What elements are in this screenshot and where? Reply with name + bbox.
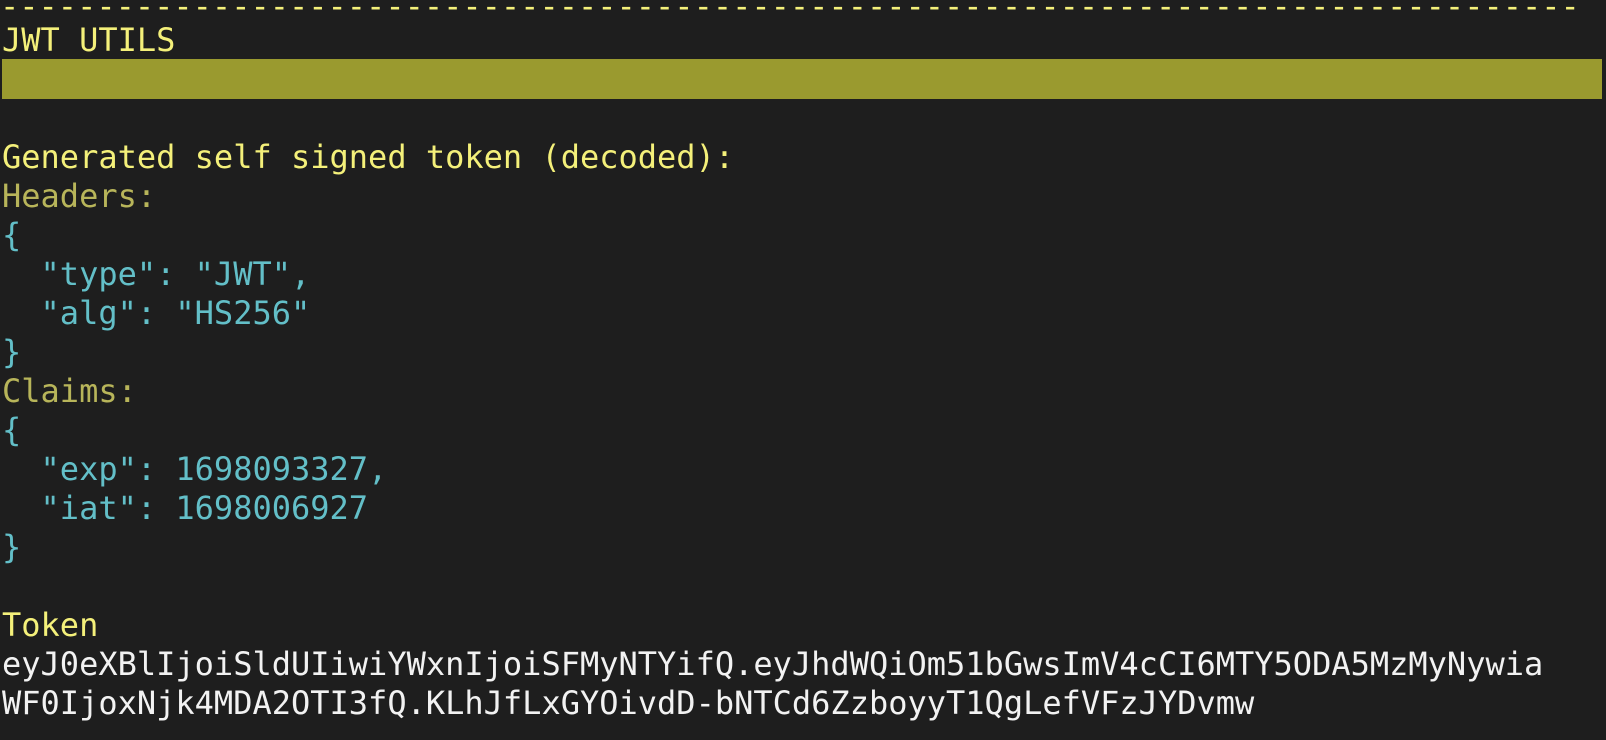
- headers-label: Headers:: [2, 177, 157, 215]
- claims-open-brace: {: [2, 411, 22, 449]
- terminal-window: ----------------------------------------…: [0, 0, 1606, 740]
- highlight-bar: [2, 59, 1602, 99]
- claims-close-brace: }: [2, 528, 22, 566]
- headers-open-brace: {: [2, 216, 22, 254]
- dashed-rule: ----------------------------------------…: [0, 0, 1580, 25]
- section-heading: Generated self signed token (decoded):: [2, 138, 735, 176]
- claim-iat-line: "iat": 1698006927: [2, 489, 369, 527]
- claims-label: Claims:: [2, 372, 137, 410]
- claim-exp-line: "exp": 1698093327,: [2, 450, 388, 488]
- app-title: JWT UTILS: [2, 21, 176, 59]
- header-type-line: "type": "JWT",: [2, 255, 311, 293]
- headers-close-brace: }: [2, 333, 22, 371]
- token-line-1[interactable]: eyJ0eXBlIjoiSldUIiwiYWxnIjoiSFMyNTYifQ.e…: [2, 644, 1543, 684]
- token-label: Token: [2, 606, 99, 644]
- token-line-2[interactable]: WF0IjoxNjk4MDA2OTI3fQ.KLhJfLxGYOivdD-bNT…: [2, 683, 1254, 723]
- header-alg-line: "alg": "HS256": [2, 294, 311, 332]
